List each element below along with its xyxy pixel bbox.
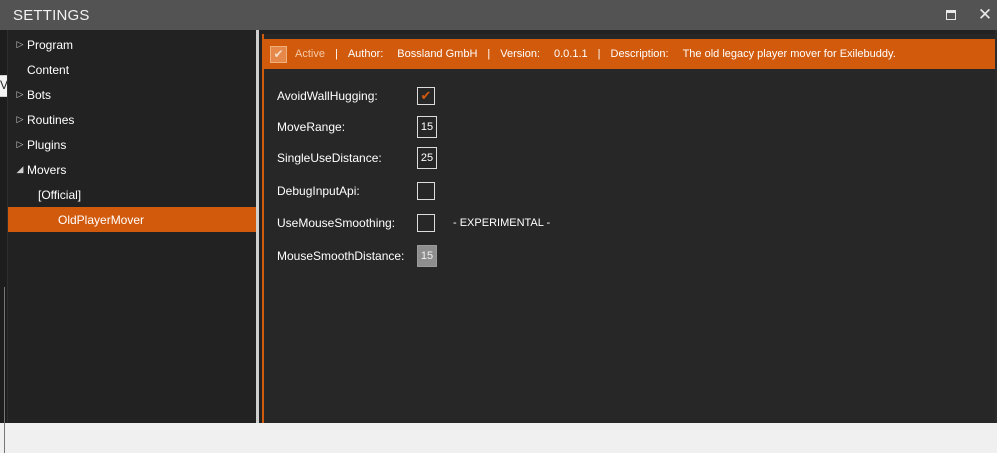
version-value: 0.0.1.1 [554,48,588,60]
left-strip: V [0,30,8,453]
close-button[interactable]: ✕ [973,4,997,26]
tree-item-label: Program [27,37,74,52]
tree-splitter[interactable] [256,30,259,423]
tree-item-movers[interactable]: ◢ Movers [8,157,256,182]
tree-item-bots[interactable]: ▷ Bots [8,82,256,107]
separator: | [487,48,491,60]
collapsed-arrow-icon[interactable]: ▷ [13,139,27,150]
setting-move-range: MoveRange: 15 [277,114,437,140]
setting-debug-input-api: DebugInputApi: [277,178,435,204]
title-bar[interactable]: SETTINGS ✕ [0,0,997,30]
tree-item-label: Routines [27,112,75,127]
move-range-input[interactable]: 15 [417,116,437,138]
tree-item-program[interactable]: ▷ Program [8,32,256,57]
tree-item-label: Movers [27,162,67,177]
mover-settings-panel: ✔ Active | Author: Bossland GmbH | Versi… [262,34,997,423]
tree-item-oldplayermover[interactable]: OldPlayerMover [8,207,256,232]
settings-tree: ▷ Program Content ▷ Bots ▷ Routines ▷ Plugins ◢ Mo… [8,30,256,423]
collapsed-arrow-icon[interactable]: ▷ [13,39,27,50]
active-checkbox[interactable]: ✔ [270,45,287,63]
author-label: Author: [347,48,384,60]
active-label: Active [295,48,325,60]
use-mouse-smoothing-label: UseMouseSmoothing: [277,216,396,230]
settings-window: SETTINGS ✕ V ▷ProgramContent▷Bots▷Routin… [0,0,997,453]
setting-use-mouse-smoothing: UseMouseSmoothing: - EXPERIMENTAL - [277,210,550,236]
tree-item-label: OldPlayerMover [58,212,145,227]
expanded-arrow-icon[interactable]: ◢ [13,164,27,175]
move-range-label: MoveRange: [277,120,346,134]
tree-item-content[interactable]: Content [8,57,256,82]
setting-single-use-distance: SingleUseDistance: 25 [277,145,437,171]
collapsed-arrow-icon[interactable]: ▷ [13,89,27,100]
single-use-distance-input[interactable]: 25 [417,147,437,169]
version-label: Version: [500,48,540,60]
window-title: SETTINGS [13,6,90,24]
avoid-wall-hugging-checkbox[interactable]: ✔ [417,87,435,105]
strip-divider [4,287,5,453]
experimental-note: - EXPERIMENTAL - [453,217,551,229]
tree-item-label: Bots [27,87,52,102]
tree-item-label: [Official] [38,187,82,202]
debug-input-api-label: DebugInputApi: [277,184,360,198]
setting-mouse-smooth-distance: MouseSmoothDistance: 15 [277,243,437,269]
close-icon: ✕ [977,5,993,24]
tree-item-official[interactable]: [Official] [8,182,256,207]
checkmark-icon: ✔ [420,88,432,103]
avoid-wall-hugging-label: AvoidWallHugging: [277,89,378,103]
tree-item-plugins[interactable]: ▷ Plugins [8,132,256,157]
tree-item-routines[interactable]: ▷ Routines [8,107,256,132]
maximize-button[interactable] [939,4,963,26]
separator: | [334,48,338,60]
description-label: Description: [610,48,669,60]
tree-item-label: Content [27,62,70,77]
tree-item-label: Plugins [27,137,67,152]
maximize-icon [946,10,956,20]
author-value: Bossland GmbH [397,48,478,60]
mouse-smooth-distance-input[interactable]: 15 [417,245,437,267]
collapsed-arrow-icon[interactable]: ▷ [13,114,27,125]
setting-avoid-wall-hugging: AvoidWallHugging: ✔ [277,83,435,109]
use-mouse-smoothing-checkbox[interactable] [417,214,435,232]
obscured-field-fragment: V [0,75,7,97]
debug-input-api-checkbox[interactable] [417,182,435,200]
separator: | [597,48,601,60]
mouse-smooth-distance-label: MouseSmoothDistance: [277,249,405,263]
description-value: The old legacy player mover for Exilebud… [682,48,896,60]
single-use-distance-label: SingleUseDistance: [277,151,382,165]
plugin-info-bar: ✔ Active | Author: Bossland GmbH | Versi… [264,39,997,69]
checkmark-icon: ✔ [273,47,284,61]
